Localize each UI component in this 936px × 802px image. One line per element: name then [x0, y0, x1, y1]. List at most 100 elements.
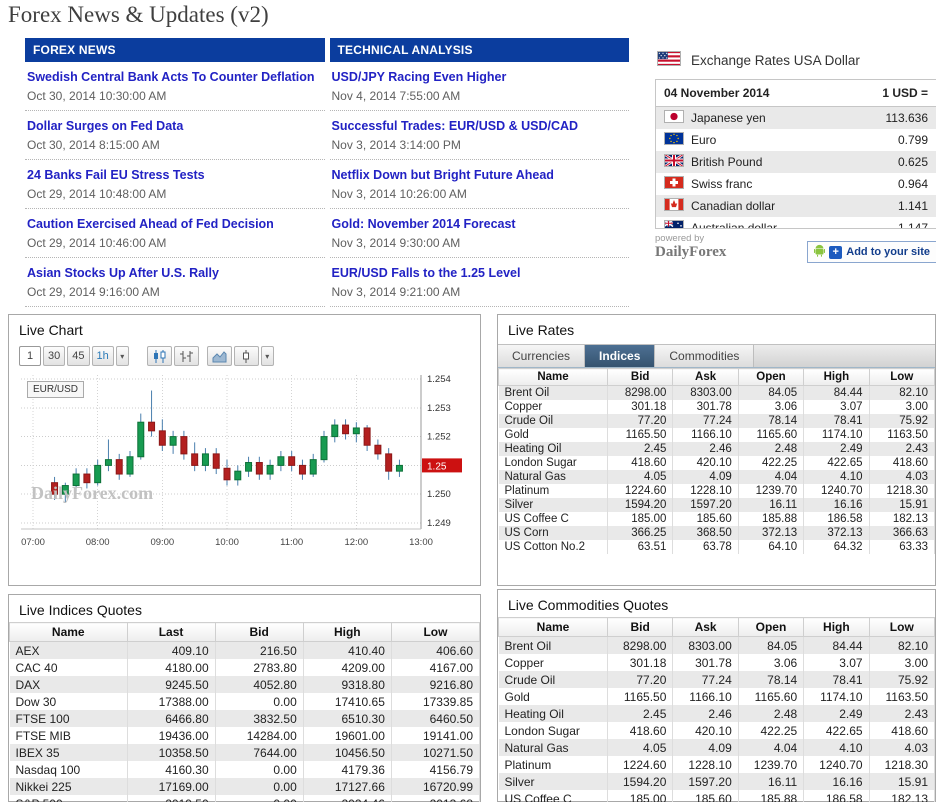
quote-name: Platinum — [499, 756, 608, 773]
interval-45-button[interactable]: 45 — [67, 346, 89, 366]
candlestick-icon[interactable] — [234, 346, 259, 366]
quote-value: 301.18 — [608, 400, 673, 414]
quote-name: Dow 30 — [10, 693, 128, 710]
quote-value: 2.43 — [869, 705, 934, 722]
quote-value: 1240.70 — [804, 756, 869, 773]
exchange-rate-row: Japanese yen 113.636 — [656, 107, 936, 129]
news-link[interactable]: USD/JPY Racing Even Higher — [332, 70, 628, 84]
tab-commodities[interactable]: Commodities — [655, 345, 754, 367]
column-header: Low — [869, 618, 934, 637]
quote-value: 366.63 — [869, 526, 934, 540]
news-link[interactable]: Swedish Central Bank Acts To Counter Def… — [27, 70, 323, 84]
quote-row: Heating Oil2.452.462.482.492.43 — [499, 442, 935, 456]
quote-row: Natural Gas4.054.094.044.104.03 — [499, 739, 935, 756]
quote-value: 4.09 — [673, 739, 738, 756]
quote-row: London Sugar418.60420.10422.25422.65418.… — [499, 722, 935, 739]
quote-value: 15.91 — [869, 498, 934, 512]
add-to-your-site-button[interactable]: + Add to your site — [807, 241, 936, 263]
news-link[interactable]: Asian Stocks Up After U.S. Rally — [27, 266, 323, 280]
news-timestamp: Nov 3, 2014 9:21:00 AM — [332, 285, 628, 299]
chart-symbol-label: EUR/USD — [27, 381, 84, 398]
quote-value: 84.05 — [738, 637, 803, 655]
news-link[interactable]: Successful Trades: EUR/USD & USD/CAD — [332, 119, 628, 133]
news-link[interactable]: Dollar Surges on Fed Data — [27, 119, 323, 133]
area-icon[interactable] — [207, 346, 232, 366]
live-chart-panel: Live Chart 130451h▾▾ 1.2541.2531.2521.25… — [8, 314, 481, 586]
news-item: Successful Trades: EUR/USD & USD/CAD Nov… — [330, 111, 630, 160]
quote-value: 4.05 — [608, 470, 673, 484]
news-timestamp: Oct 29, 2014 10:48:00 AM — [27, 187, 323, 201]
quote-value: 1165.50 — [608, 688, 673, 705]
forex-news-header: FOREX NEWS — [25, 38, 325, 62]
interval-dropdown-button[interactable]: 1h — [92, 346, 114, 366]
news-timestamp: Nov 3, 2014 9:30:00 AM — [332, 236, 628, 250]
quote-value: 185.60 — [673, 790, 738, 802]
currency-rate: 113.636 — [886, 111, 929, 125]
quote-value: 14284.00 — [215, 727, 303, 744]
news-link[interactable]: Gold: November 2014 Forecast — [332, 217, 628, 231]
svg-text:1.253: 1.253 — [427, 403, 451, 414]
live-indices-table: NameLastBidHighLowAEX409.10216.50410.404… — [9, 622, 480, 802]
quote-value: 301.18 — [608, 654, 673, 671]
bars-icon[interactable] — [174, 346, 199, 366]
quote-value: 0.00 — [215, 778, 303, 795]
quote-name: US Coffee C — [499, 512, 608, 526]
quote-value: 3.07 — [804, 654, 869, 671]
quote-row: Heating Oil2.452.462.482.492.43 — [499, 705, 935, 722]
quote-value: 9318.80 — [303, 676, 391, 693]
news-link[interactable]: 24 Banks Fail EU Stress Tests — [27, 168, 323, 182]
quote-row: Nikkei 22517169.000.0017127.6616720.99 — [10, 778, 480, 795]
quote-name: CAC 40 — [10, 659, 128, 676]
news-link[interactable]: Caution Exercised Ahead of Fed Decision — [27, 217, 323, 231]
svg-text:09:00: 09:00 — [150, 537, 174, 548]
quote-value: 19601.00 — [303, 727, 391, 744]
news-item: 24 Banks Fail EU Stress Tests Oct 29, 20… — [25, 160, 325, 209]
tab-indices[interactable]: Indices — [585, 345, 655, 367]
chart-type-caret-icon[interactable]: ▾ — [261, 346, 274, 366]
news-link[interactable]: Netflix Down but Bright Future Ahead — [332, 168, 628, 182]
compare-icon[interactable] — [147, 346, 172, 366]
news-link[interactable]: EUR/USD Falls to the 1.25 Level — [332, 266, 628, 280]
exchange-rate-row: Swiss franc 0.964 — [656, 173, 936, 195]
exchange-rates-rows: Japanese yen 113.636 Euro 0.799 British … — [656, 107, 936, 228]
quote-value: 63.78 — [673, 540, 738, 554]
quote-row: Platinum1224.601228.101239.701240.701218… — [499, 484, 935, 498]
quote-row: Platinum1224.601228.101239.701240.701218… — [499, 756, 935, 773]
gb-flag-icon — [664, 154, 684, 170]
quote-value: 4.04 — [738, 739, 803, 756]
quote-row: US Corn366.25368.50372.13372.13366.63 — [499, 526, 935, 540]
quote-value: 410.40 — [303, 642, 391, 660]
quote-value: 418.60 — [608, 722, 673, 739]
news-item: USD/JPY Racing Even Higher Nov 4, 2014 7… — [330, 62, 630, 111]
quote-value: 301.78 — [673, 400, 738, 414]
quote-row: US Coffee C185.00185.60185.88186.58182.1… — [499, 512, 935, 526]
quote-value: 8298.00 — [608, 386, 673, 401]
quote-value: 1224.60 — [608, 484, 673, 498]
quote-value: 420.10 — [673, 456, 738, 470]
quote-value: 185.60 — [673, 512, 738, 526]
interval-1-button[interactable]: 1 — [19, 346, 41, 366]
quote-value: 3.00 — [869, 654, 934, 671]
interval-30-button[interactable]: 30 — [43, 346, 65, 366]
live-chart-title: Live Chart — [9, 315, 480, 342]
currency-name: Swiss franc — [691, 177, 752, 191]
candlestick-chart[interactable]: 1.2541.2531.2521.2511.2501.24907:0008:00… — [17, 371, 469, 549]
chart-watermark: DailyForex.com — [31, 483, 153, 504]
quote-value: 4167.00 — [391, 659, 479, 676]
live-commodities-title: Live Commodities Quotes — [498, 590, 935, 617]
exchange-rates-table: 04 November 2014 1 USD = Japanese yen 11… — [655, 79, 936, 229]
column-header: High — [804, 618, 869, 637]
news-item: EUR/USD Falls to the 1.25 Level Nov 3, 2… — [330, 258, 630, 307]
quote-name: Natural Gas — [499, 739, 608, 756]
tab-currencies[interactable]: Currencies — [498, 345, 585, 367]
quote-value: 2.45 — [608, 705, 673, 722]
quote-value: 4.10 — [804, 739, 869, 756]
interval-caret-icon[interactable]: ▾ — [116, 346, 129, 366]
currency-name: Japanese yen — [691, 111, 766, 125]
quote-value: 4.03 — [869, 470, 934, 484]
currency-rate: 0.799 — [898, 133, 928, 147]
quote-value: 2.49 — [804, 705, 869, 722]
live-rates-tabs: CurrenciesIndicesCommodities — [498, 344, 935, 368]
quote-value: 186.58 — [804, 790, 869, 802]
quote-row: Brent Oil8298.008303.0084.0584.4482.10 — [499, 386, 935, 401]
